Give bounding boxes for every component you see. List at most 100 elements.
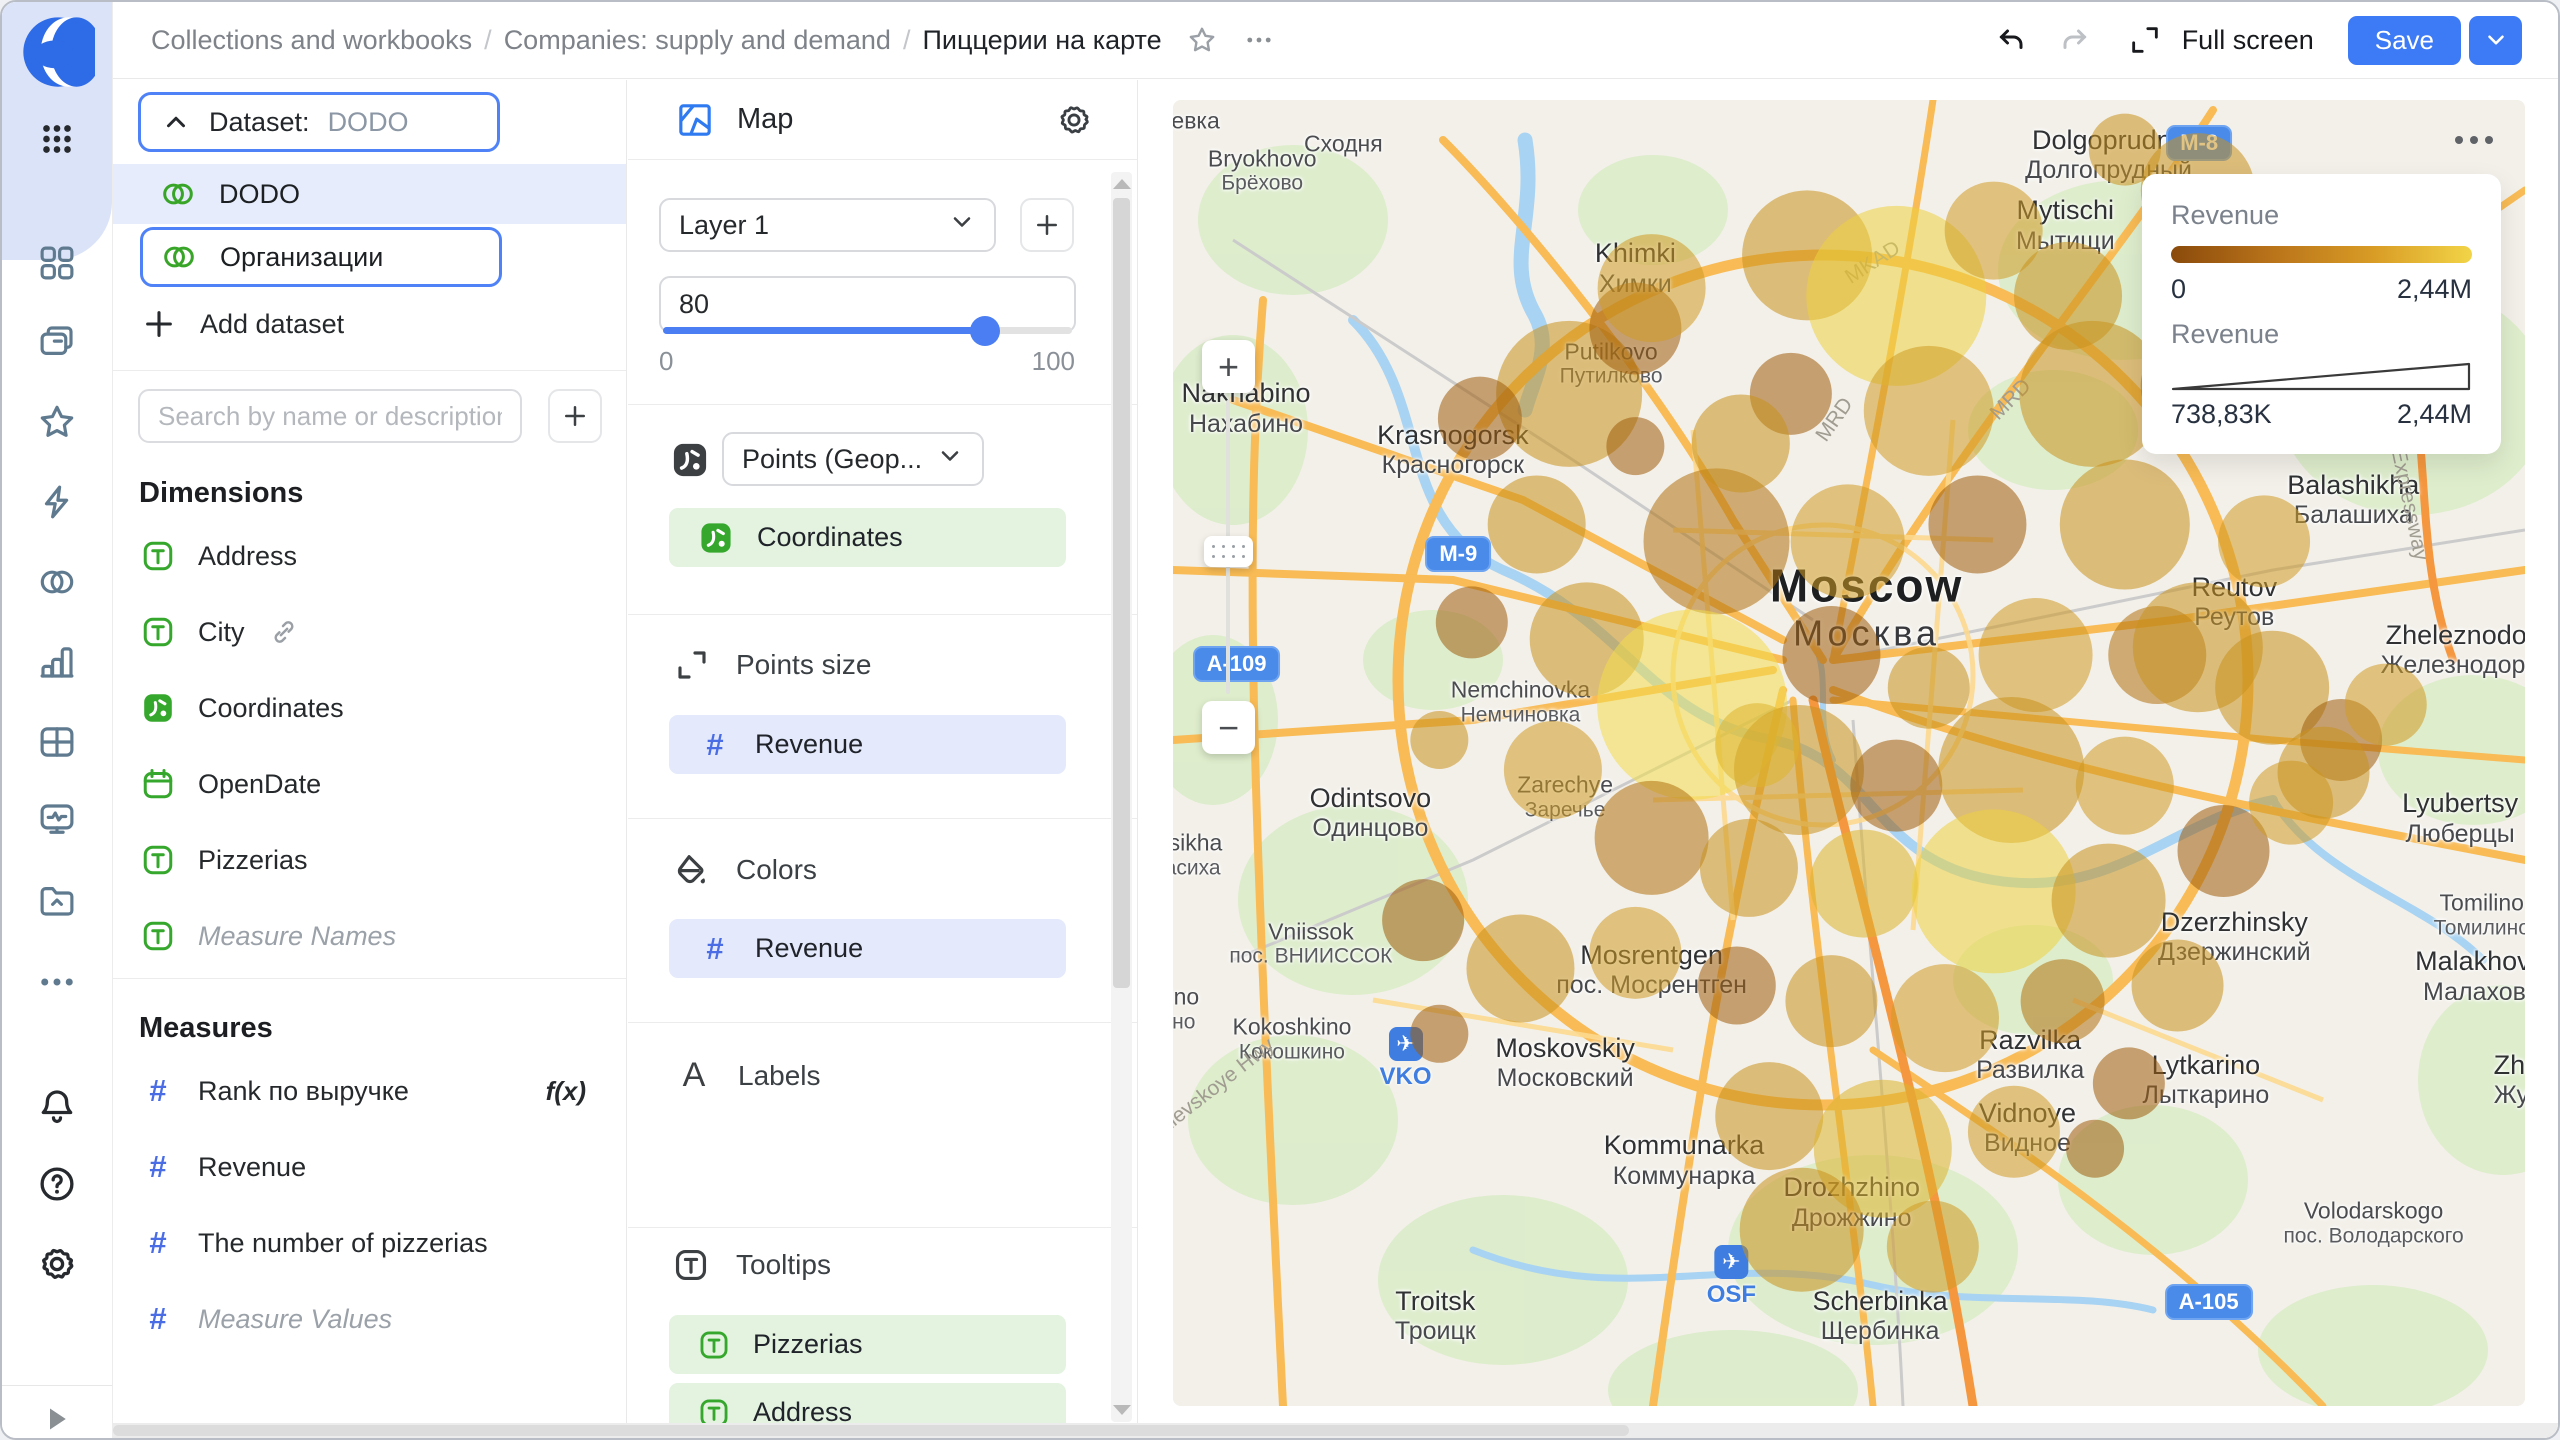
- favorites-icon[interactable]: [34, 399, 80, 445]
- labels-label: Labels: [738, 1059, 821, 1091]
- zoom-in-button[interactable]: +: [1202, 340, 1255, 393]
- dimension-field-pizzerias[interactable]: Pizzerias: [112, 822, 626, 898]
- dataset-selector[interactable]: Dataset: DODO: [138, 92, 500, 152]
- layer-opacity-input[interactable]: 80: [659, 276, 1076, 346]
- more-actions-icon[interactable]: [1242, 23, 1276, 57]
- undo-icon[interactable]: [1994, 22, 2030, 58]
- zoom-slider-handle[interactable]: [1204, 536, 1253, 567]
- horizontal-scrollbar-thumb[interactable]: [113, 1425, 1629, 1436]
- help-icon[interactable]: [34, 1161, 80, 1207]
- chip-label: Revenue: [755, 729, 864, 759]
- settings-gear-icon[interactable]: [34, 1241, 80, 1287]
- map-city-label: Putilkovo Путилково: [1559, 338, 1663, 388]
- save-button[interactable]: Save: [2347, 15, 2461, 65]
- monitoring-icon[interactable]: [34, 797, 80, 843]
- services-folder-icon[interactable]: [34, 877, 80, 923]
- layer-select[interactable]: Layer 1: [659, 198, 996, 252]
- points-size-field-chip[interactable]: # Revenue: [669, 715, 1066, 774]
- chart-type-header: Map: [628, 80, 1137, 160]
- scroll-up-arrow[interactable]: [1112, 179, 1131, 189]
- map-city-label: Tomilino Томилино: [2433, 889, 2525, 940]
- map-road-label: MKAD: [1841, 236, 1905, 289]
- apps-grid-icon[interactable]: [34, 116, 80, 162]
- dataset-item-organizations[interactable]: Организации: [140, 227, 502, 287]
- more-services-icon[interactable]: [34, 959, 80, 1005]
- map-city-label: Zarechye Заречье: [1517, 771, 1614, 822]
- datalens-logo[interactable]: [21, 15, 102, 89]
- map-city-label: Kommunarka Коммунарка: [1603, 1130, 1765, 1190]
- field-label: City: [198, 616, 245, 647]
- field-label: Revenue: [198, 1151, 307, 1182]
- save-more-button[interactable]: [2469, 15, 2522, 65]
- scroll-down-arrow[interactable]: [1112, 1405, 1131, 1415]
- number-field-icon: #: [149, 1149, 167, 1184]
- field-label: Pizzerias: [198, 844, 308, 875]
- expand-rail-icon[interactable]: [34, 1396, 80, 1438]
- divider: [112, 370, 626, 371]
- dataset-icon: [164, 246, 194, 268]
- map-city-label: Reutov Реутов: [2191, 571, 2278, 631]
- geopoint-field-chip[interactable]: Coordinates: [669, 508, 1066, 567]
- fullscreen-label[interactable]: Full screen: [2182, 25, 2314, 56]
- field-label: Rank по выручке: [198, 1075, 409, 1106]
- geotype-select[interactable]: Points (Geop...: [722, 432, 984, 486]
- add-dataset-button[interactable]: Add dataset: [142, 297, 344, 351]
- datasets-icon[interactable]: [34, 559, 80, 605]
- text-field-icon: [140, 614, 176, 650]
- field-label: OpenDate: [198, 768, 322, 799]
- legend-size-title: Revenue: [2171, 319, 2280, 349]
- redo-icon[interactable]: [2056, 22, 2092, 58]
- plane-icon: ✈: [1388, 1026, 1423, 1061]
- zoom-out-button[interactable]: −: [1202, 701, 1255, 754]
- dimension-field-measure-names[interactable]: Measure Names: [112, 898, 626, 974]
- settings-scrollbar[interactable]: [1111, 172, 1132, 1422]
- measure-field-measure-values[interactable]: # Measure Values: [112, 1281, 626, 1357]
- map-city-label: Volodarskogo пос. Володарского: [2283, 1197, 2464, 1248]
- text-field-icon: [140, 842, 176, 878]
- favorite-star-icon[interactable]: [1186, 24, 1218, 56]
- dashboards-icon[interactable]: [34, 240, 80, 286]
- chart-settings-gear-icon[interactable]: [1055, 101, 1093, 139]
- add-field-button[interactable]: [548, 389, 602, 443]
- breadcrumb-collections[interactable]: Collections and workbooks: [151, 25, 472, 56]
- chevron-down-icon: [953, 216, 971, 227]
- map-more-icon[interactable]: [2455, 136, 2493, 144]
- fullscreen-icon[interactable]: [2128, 23, 2162, 57]
- map-chart-icon[interactable]: [675, 100, 715, 140]
- breadcrumb-workbook[interactable]: Companies: supply and demand: [504, 25, 891, 56]
- add-layer-button[interactable]: [1020, 198, 1074, 252]
- divider: [628, 1227, 1137, 1228]
- field-label: Address: [198, 540, 298, 571]
- opacity-slider-thumb[interactable]: [970, 316, 1001, 346]
- geotype-select-value: Points (Geop...: [742, 443, 923, 474]
- charts-icon[interactable]: [34, 639, 80, 685]
- horizontal-scrollbar[interactable]: [113, 1423, 2558, 1438]
- breadcrumb: Collections and workbooks / Companies: s…: [151, 24, 1162, 56]
- search-input[interactable]: [138, 389, 522, 443]
- dashboards-grid-icon[interactable]: [34, 719, 80, 765]
- connections-icon[interactable]: [34, 479, 80, 525]
- dimension-field-address[interactable]: Address: [112, 518, 626, 594]
- legend-gradient-bar: [2171, 246, 2472, 263]
- measure-field-revenue[interactable]: # Revenue: [112, 1129, 626, 1205]
- measure-field-the-number-of-pizzerias[interactable]: # The number of pizzerias: [112, 1205, 626, 1281]
- plane-icon: ✈: [1714, 1244, 1749, 1279]
- dimension-field-opendate[interactable]: OpenDate: [112, 746, 626, 822]
- colors-field-chip[interactable]: # Revenue: [669, 919, 1066, 978]
- dimension-field-city[interactable]: City: [112, 594, 626, 670]
- map-city-label: Troitsk Троицк: [1394, 1285, 1476, 1346]
- dataset-item-dodo[interactable]: DODO: [112, 164, 626, 224]
- field-label: Measure Values: [198, 1303, 393, 1334]
- opacity-slider-track[interactable]: [663, 327, 1072, 334]
- notifications-bell-icon[interactable]: [34, 1083, 80, 1129]
- date-field-icon: [140, 766, 176, 802]
- map-canvas[interactable]: еевкаBryokhovoБрёховоСходняDolgoprudnyДо…: [1173, 100, 2525, 1406]
- link-icon[interactable]: [269, 617, 299, 647]
- tooltip-field-chip-pizzerias[interactable]: Pizzerias: [669, 1315, 1066, 1374]
- map-city-label: Vniissok пос. ВНИИССОК: [1229, 918, 1393, 968]
- dimension-field-coordinates[interactable]: Coordinates: [112, 670, 626, 746]
- collections-icon[interactable]: [34, 319, 80, 365]
- scrollbar-thumb[interactable]: [1113, 198, 1130, 988]
- number-field-icon: #: [149, 1225, 167, 1260]
- measure-field-rank-по-выручке[interactable]: # Rank по выручке f(x): [112, 1053, 626, 1129]
